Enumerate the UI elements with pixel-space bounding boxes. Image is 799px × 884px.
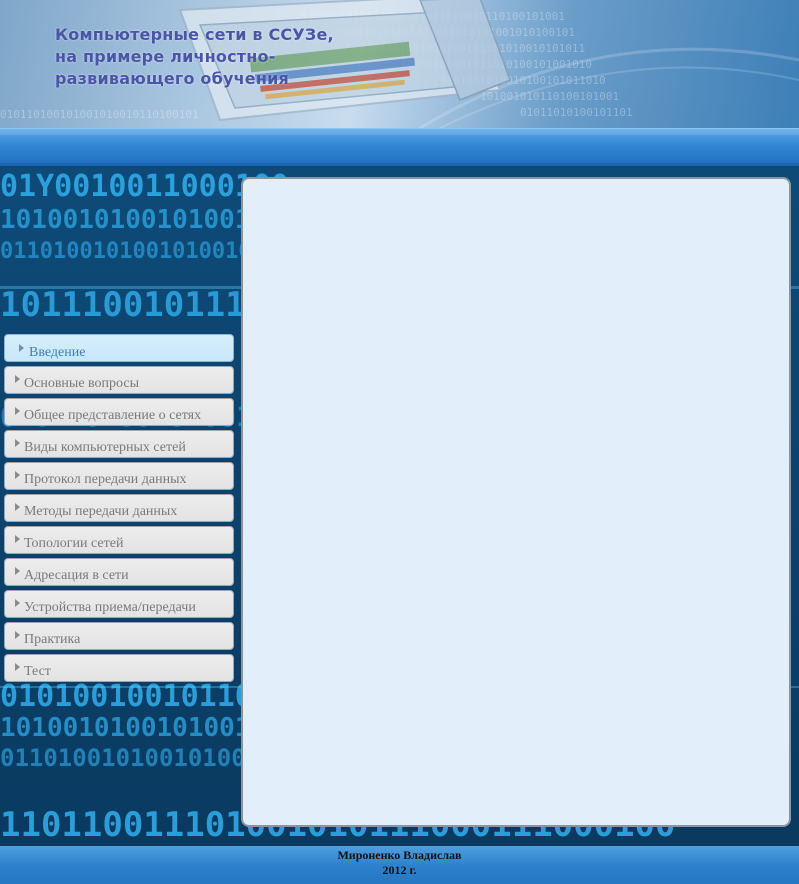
arrow-right-icon: [19, 344, 24, 352]
site-title: Компьютерные сети в ССУЗе, на примере ли…: [55, 24, 334, 90]
menu-item-data-protocol[interactable]: Протокол передачи данных: [4, 462, 234, 490]
arrow-right-icon: [15, 375, 20, 383]
menu-item-label: Введение: [29, 345, 86, 360]
menu-item-test[interactable]: Тест: [4, 654, 234, 682]
menu-item-label: Топологии сетей: [24, 536, 124, 551]
menu-item-label: Адресация в сети: [24, 568, 129, 583]
site-title-line-1: Компьютерные сети в ССУЗе,: [55, 25, 334, 44]
content-panel: [241, 177, 791, 827]
arrow-right-icon: [15, 599, 20, 607]
footer-year: 2012 г.: [382, 863, 417, 877]
arrow-right-icon: [15, 439, 20, 447]
menu-item-label: Устройства приема/передачи: [24, 600, 196, 615]
menu-item-devices[interactable]: Устройства приема/передачи: [4, 590, 234, 618]
arrow-right-icon: [15, 407, 20, 415]
menu-item-network-types[interactable]: Виды компьютерных сетей: [4, 430, 234, 458]
svg-text:01011010100101101: 01011010100101101: [520, 106, 633, 119]
arrow-right-icon: [15, 471, 20, 479]
menu-item-label: Методы передачи данных: [24, 504, 178, 519]
menu-item-label: Виды компьютерных сетей: [24, 440, 186, 455]
menu-item-transmission-methods[interactable]: Методы передачи данных: [4, 494, 234, 522]
menu-item-label: Общее представление о сетях: [24, 408, 202, 423]
site-title-line-3: развивающего обучения: [55, 69, 289, 88]
arrow-right-icon: [15, 631, 20, 639]
footer: Мироненко Владислав 2012 г.: [0, 846, 799, 884]
menu-item-label: Основные вопросы: [24, 376, 140, 391]
arrow-right-icon: [15, 567, 20, 575]
arrow-right-icon: [15, 535, 20, 543]
menu-item-main-questions[interactable]: Основные вопросы: [4, 366, 234, 394]
menu-item-topologies[interactable]: Топологии сетей: [4, 526, 234, 554]
arrow-right-icon: [15, 663, 20, 671]
menu-item-networks-overview[interactable]: Общее представление о сетях: [4, 398, 234, 426]
nav-band: [0, 128, 799, 167]
menu-item-addressing[interactable]: Адресация в сети: [4, 558, 234, 586]
menu-item-practice[interactable]: Практика: [4, 622, 234, 650]
sidebar-menu: Введение Основные вопросы Общее представ…: [4, 334, 234, 686]
menu-item-label: Протокол передачи данных: [24, 472, 187, 487]
menu-item-label: Тест: [24, 664, 51, 679]
menu-item-introduction[interactable]: Введение: [4, 334, 234, 362]
menu-item-label: Практика: [24, 632, 81, 647]
site-title-line-2: на примере личностно-: [55, 47, 276, 66]
header-banner: 0101001010110100101001010010110100101001…: [0, 0, 799, 128]
arrow-right-icon: [15, 503, 20, 511]
footer-author: Мироненко Владислав: [337, 848, 462, 862]
